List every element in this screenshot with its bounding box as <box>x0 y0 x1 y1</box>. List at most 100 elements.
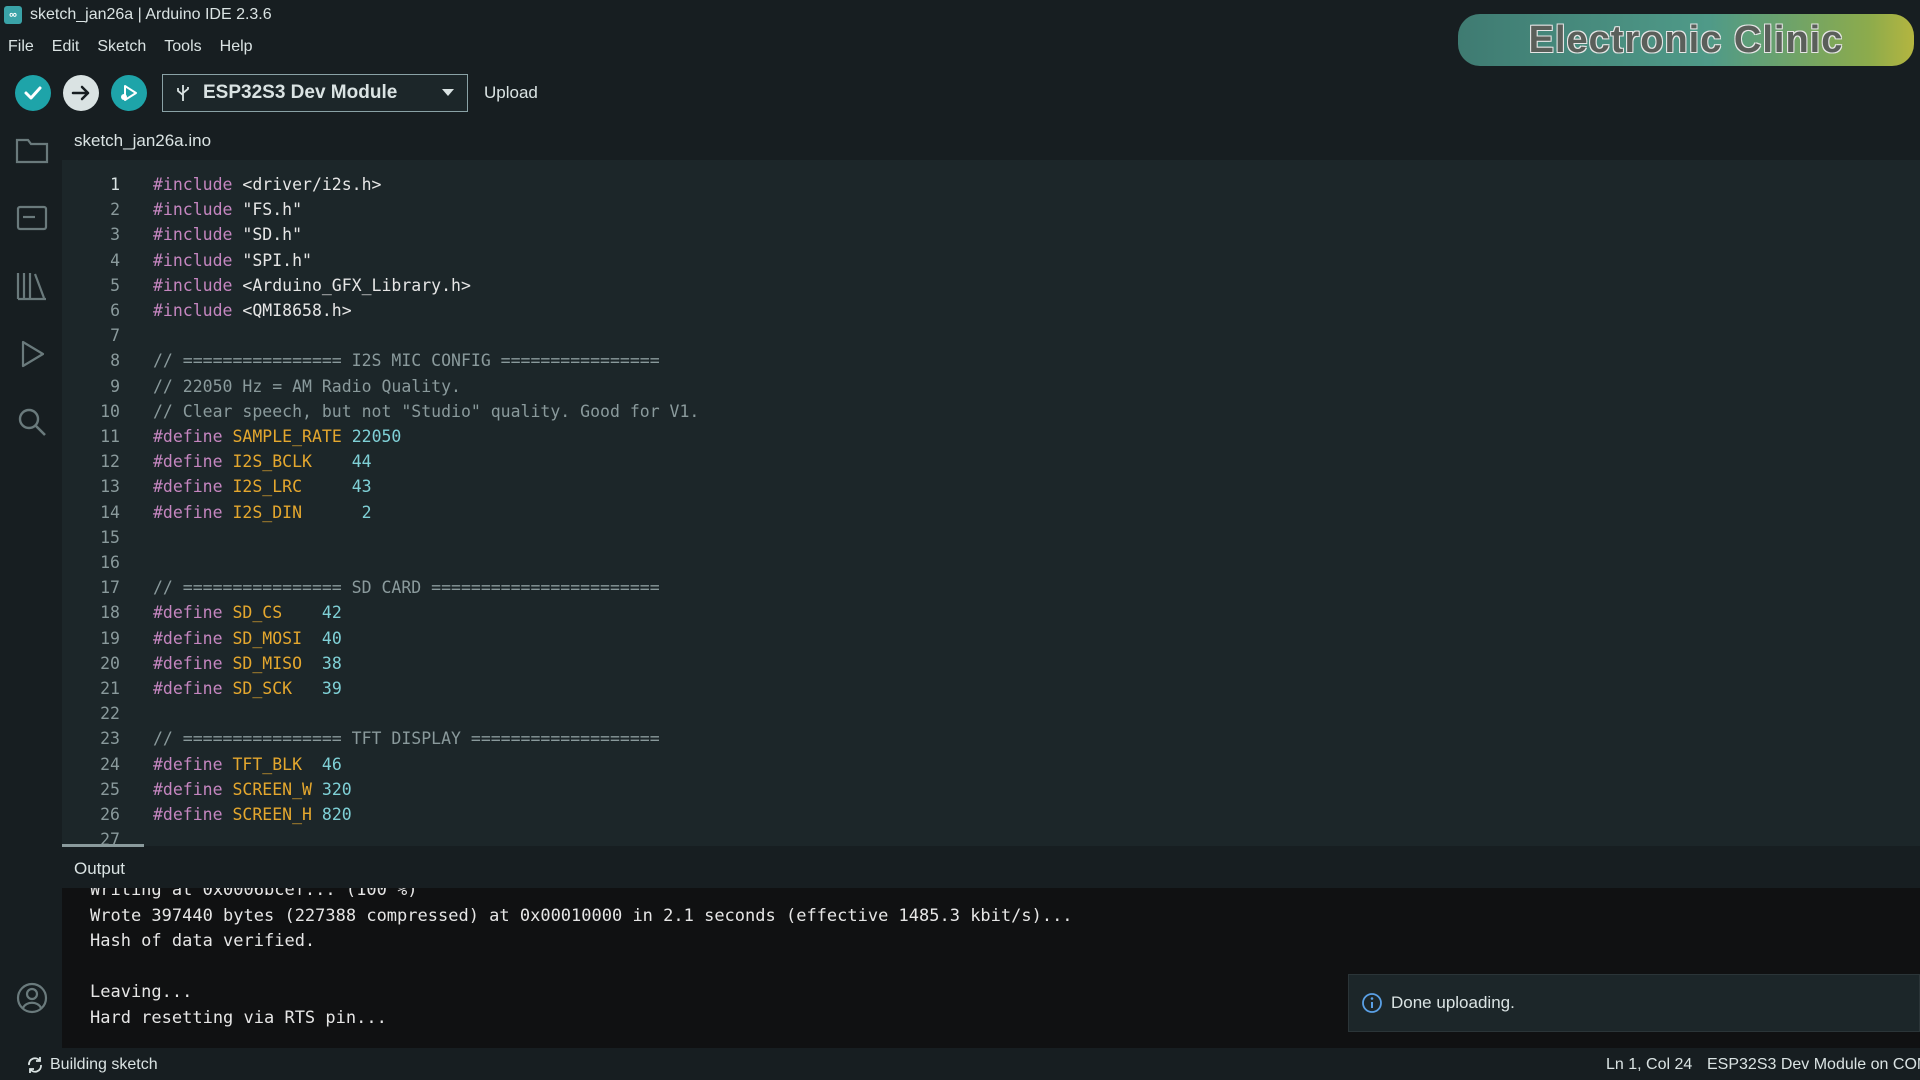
code-line[interactable]: 18 #define SD_CS 42 <box>62 600 1920 625</box>
code-line[interactable]: 22 <box>62 701 1920 726</box>
code-token: #define <box>153 603 233 623</box>
output-line: Hash of data verified. <box>90 931 316 951</box>
line-number: 15 <box>100 527 120 547</box>
file-tab[interactable]: sketch_jan26a.ino <box>62 131 211 151</box>
code-token: 39 <box>292 679 342 698</box>
menu-sketch[interactable]: Sketch <box>88 38 155 56</box>
code-line[interactable]: 13 #define I2S_LRC 43 <box>62 474 1920 499</box>
code-line[interactable]: 9 // 22050 Hz = AM Radio Quality. <box>62 374 1920 399</box>
menu-bar: File Edit Sketch Tools Help <box>0 32 262 62</box>
code-token: // ================ TFT DISPLAY ========… <box>153 729 660 749</box>
code-line[interactable]: 19 #define SD_MOSI 40 <box>62 626 1920 651</box>
line-number: 6 <box>110 301 120 320</box>
folder-icon[interactable] <box>12 130 52 170</box>
upload-button[interactable] <box>63 75 99 111</box>
debug-icon[interactable] <box>12 334 52 374</box>
cursor-position[interactable]: Ln 1, Col 24 <box>1606 1056 1692 1074</box>
menu-tools[interactable]: Tools <box>155 38 210 56</box>
code-text: // 22050 Hz = AM Radio Quality. <box>153 374 461 399</box>
checkmark-icon <box>24 86 42 100</box>
code-token: // 22050 Hz = AM Radio Quality. <box>153 376 461 396</box>
code-line[interactable]: 7 <box>62 323 1920 348</box>
code-text: #define SD_MOSI 40 <box>153 626 342 651</box>
code-token: #define <box>153 628 233 648</box>
board-icon[interactable] <box>12 198 52 238</box>
code-text: #define SD_CS 42 <box>153 600 342 625</box>
code-token: <QMI8658.h> <box>242 301 352 320</box>
code-line[interactable]: 10 // Clear speech, but not "Studio" qual… <box>62 399 1920 424</box>
search-icon[interactable] <box>12 402 52 442</box>
code-line[interactable]: 24 #define TFT_BLK 46 <box>62 752 1920 777</box>
code-token: SD_SCK <box>232 679 293 698</box>
editor-tab-bar: sketch_jan26a.ino <box>62 122 211 160</box>
code-token: #include <box>153 200 243 220</box>
code-text: #define SAMPLE_RATE 22050 <box>153 424 401 449</box>
line-number: 20 <box>100 653 120 673</box>
library-icon[interactable] <box>12 266 52 306</box>
line-number: 24 <box>100 754 120 774</box>
code-token: 42 <box>282 603 342 623</box>
line-number: 3 <box>110 225 120 245</box>
code-token: 22050 <box>341 427 402 446</box>
status-bar: Building sketch Ln 1, Col 24 ESP32S3 Dev… <box>0 1050 1920 1080</box>
code-text: #define SCREEN_H 820 <box>153 802 352 827</box>
board-selector[interactable]: ESP32S3 Dev Module <box>162 74 468 112</box>
code-line[interactable]: 6 #include <QMI8658.h> <box>62 298 1920 323</box>
code-line[interactable]: 20 #define SD_MISO 38 <box>62 651 1920 676</box>
output-line: Leaving... <box>90 982 193 1002</box>
menu-file[interactable]: File <box>0 38 43 56</box>
output-line: Writing at 0x0006bcef... (100 %) <box>90 888 418 900</box>
output-line: Wrote 397440 bytes (227388 compressed) a… <box>90 905 1073 926</box>
code-token: 320 <box>311 779 352 799</box>
code-line[interactable]: 15 <box>62 525 1920 550</box>
status-text: Building sketch <box>50 1056 158 1073</box>
code-line[interactable]: 11 #define SAMPLE_RATE 22050 <box>62 424 1920 449</box>
code-token: SD_CS <box>232 603 283 623</box>
code-token: I2S_DIN <box>232 502 303 522</box>
code-line[interactable]: 8 // ================ I2S MIC CONFIG ====… <box>62 348 1920 373</box>
build-status: Building sketch <box>26 1056 158 1074</box>
code-token: #include <box>153 275 243 295</box>
code-line[interactable]: 2 #include "FS.h" <box>62 197 1920 222</box>
line-number: 8 <box>110 351 120 371</box>
debug-button[interactable] <box>111 75 147 111</box>
account-icon[interactable] <box>12 978 52 1018</box>
code-line[interactable]: 4 #include "SPI.h" <box>62 248 1920 273</box>
code-token: #include <box>153 301 243 320</box>
menu-edit[interactable]: Edit <box>43 38 89 56</box>
code-token: // ================ I2S MIC CONFIG =====… <box>153 351 660 371</box>
code-token: 43 <box>302 477 372 497</box>
code-token: <Arduino_GFX_Library.h> <box>242 275 471 295</box>
board-port-status[interactable]: ESP32S3 Dev Module on COM <box>1707 1056 1920 1074</box>
menu-help[interactable]: Help <box>211 38 262 56</box>
line-number: 9 <box>110 376 120 396</box>
code-line[interactable]: 26 #define SCREEN_H 820 <box>62 802 1920 827</box>
line-number: 5 <box>110 275 120 295</box>
code-line[interactable]: 16 <box>62 550 1920 575</box>
code-line[interactable]: 5 #include <Arduino_GFX_Library.h> <box>62 273 1920 298</box>
editor-scrollbar[interactable] <box>62 844 144 847</box>
line-number: 22 <box>100 704 120 724</box>
code-token: #define <box>153 427 233 446</box>
arduino-infinity-icon: ∞ <box>4 6 22 24</box>
code-text: #define I2S_BCLK 44 <box>153 449 372 474</box>
code-line[interactable]: 14 #define I2S_DIN 2 <box>62 500 1920 525</box>
code-line[interactable]: 21 #define SD_SCK 39 <box>62 676 1920 701</box>
code-token: #define <box>153 679 233 698</box>
upload-notification: Done uploading. <box>1348 974 1920 1032</box>
code-editor[interactable]: 1 #include <driver/i2s.h> 2 #include "FS.h"… <box>62 160 1920 846</box>
code-line[interactable]: 12 #define I2S_BCLK 44 <box>62 449 1920 474</box>
line-number: 2 <box>110 200 120 220</box>
code-line[interactable]: 23 // ================ TFT DISPLAY ======… <box>62 726 1920 751</box>
code-line[interactable]: 17 // ================ SD CARD ==========… <box>62 575 1920 600</box>
code-line[interactable]: 27 <box>62 827 1920 846</box>
chevron-down-icon <box>442 89 454 96</box>
code-line[interactable]: 25 #define SCREEN_W 320 <box>62 777 1920 802</box>
code-line[interactable]: 3 #include "SD.h" <box>62 222 1920 247</box>
code-token: #define <box>153 653 233 673</box>
verify-button[interactable] <box>15 75 51 111</box>
upload-tooltip: Upload <box>484 83 538 102</box>
code-token: "FS.h" <box>242 200 303 220</box>
window-title: sketch_jan26a | Arduino IDE 2.3.6 <box>30 6 272 23</box>
code-line[interactable]: 1 #include <driver/i2s.h> <box>62 172 1920 197</box>
